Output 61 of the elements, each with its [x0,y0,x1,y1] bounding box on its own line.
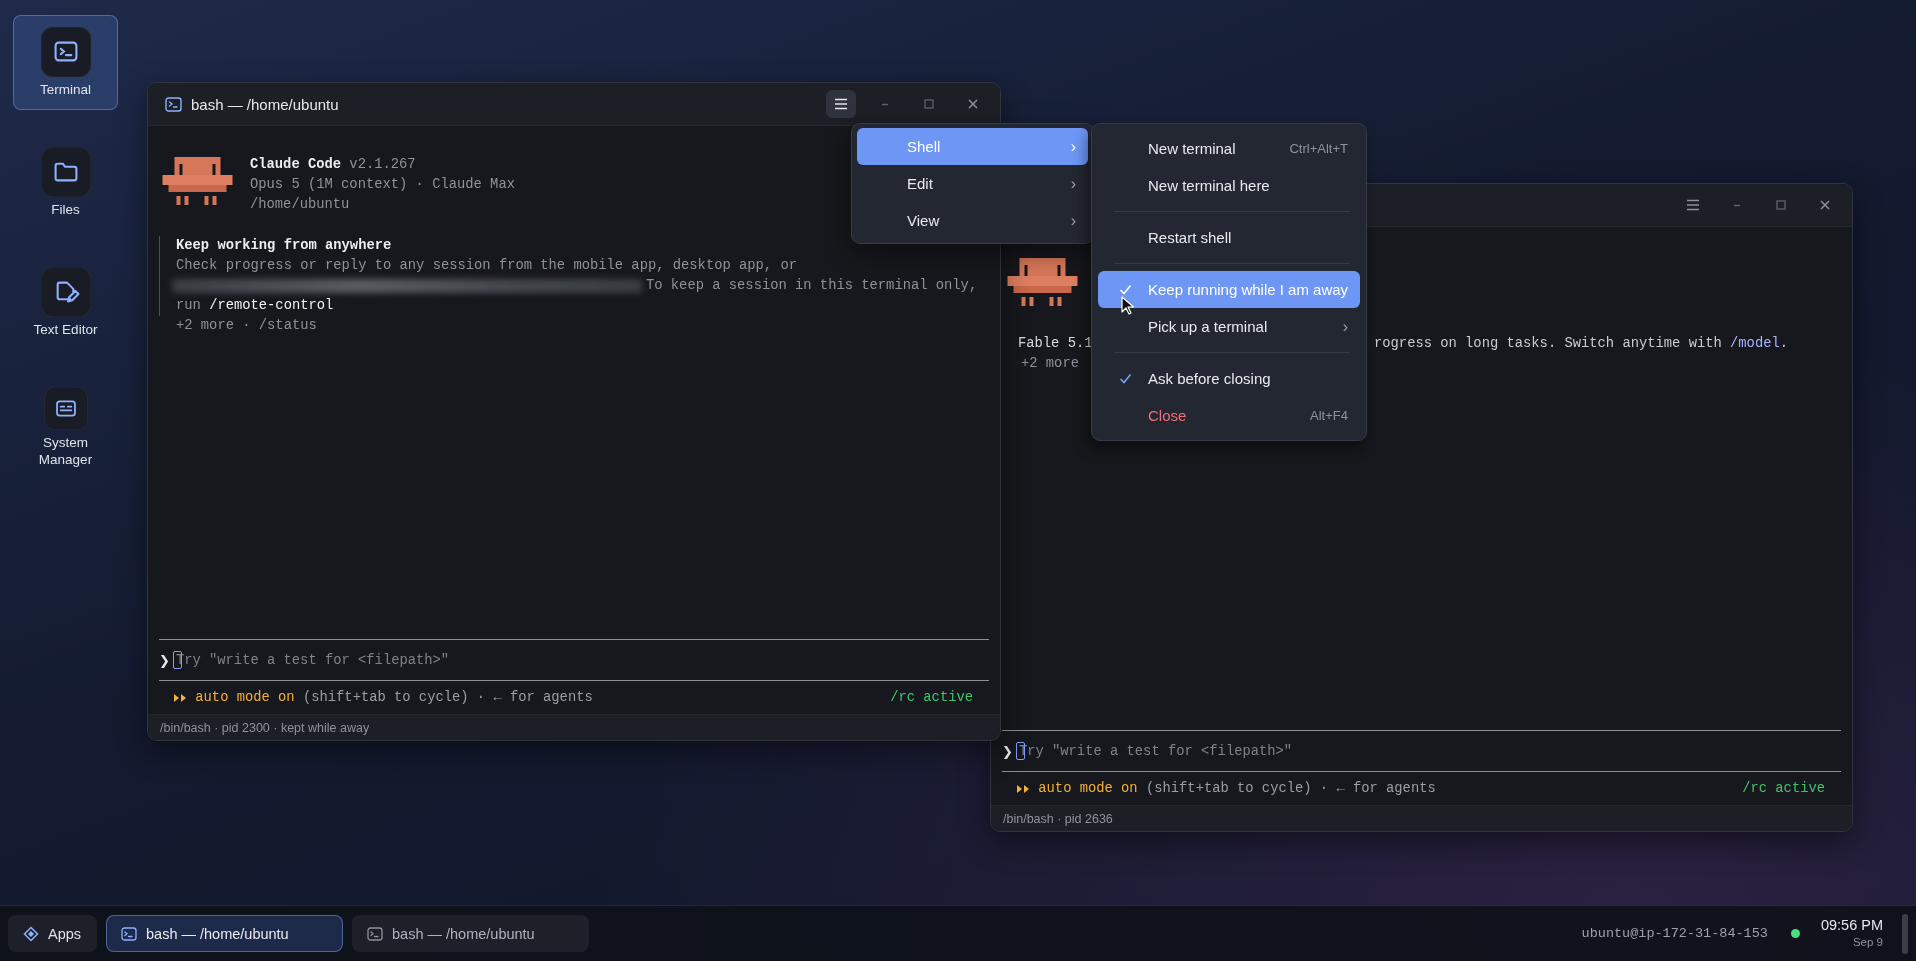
menu-icon [834,97,848,111]
terminal-icon [165,96,182,112]
double-arrow-icon [173,692,187,703]
document-pencil-icon [40,267,91,317]
menu-item[interactable]: New terminal Ctrl+Alt+T [1098,130,1360,167]
terminal-icon [121,925,137,942]
notice-text: run /remote-control [159,296,334,316]
prompt-symbol: ❯ [1002,743,1013,759]
status-dot [1790,929,1800,938]
folder-icon [40,147,91,197]
menu-icon [1686,198,1700,212]
remote-status: /rc active [1742,781,1825,796]
apps-button[interactable]: Apps [8,915,97,952]
menu-item[interactable]: View › [857,202,1088,239]
prompt-symbol: ❯ [159,652,170,668]
pixel-mascot-icon [1007,258,1078,306]
menu-item[interactable]: Pick up a terminal › [1098,308,1360,345]
window-title: bash — /home/ubuntu [191,95,339,113]
notice-title: Keep working from anywhere [159,236,392,256]
window-status-bar: /bin/bash · pid 2300 · kept while away [148,714,1000,740]
menu-item[interactable]: Edit › [857,165,1088,202]
status-hint: +2 more · /status [175,317,317,335]
model-text: Fable 5.1 [1018,335,1094,353]
mode-label: auto mode on [1038,781,1138,796]
mode-label: auto mode on [195,690,295,705]
pixel-mascot-icon [162,157,233,205]
menu-item[interactable]: Close Alt+F4 [1098,397,1360,434]
terminal-icon [367,925,383,942]
double-arrow-icon [1016,783,1030,794]
close-icon [1818,198,1832,212]
mode-hint: (shift+tab to cycle) · ← for agents [1145,781,1436,796]
menu-item[interactable]: New terminal here [1098,167,1360,204]
mouse-pointer-icon [1121,296,1135,316]
maximize-icon [922,97,936,111]
user-host: ubuntu@ip-172-31-84-153 [1581,926,1768,941]
app-name: Claude Code v2.1.267 [250,156,417,174]
terminal-icon [40,27,91,77]
taskbar-item[interactable]: bash — /home/ubuntu [352,915,589,952]
show-desktop-handle[interactable] [1902,913,1908,954]
menu-item[interactable]: Restart shell [1098,219,1360,256]
close-icon [966,97,980,111]
diamond-icon [23,925,39,942]
menu-item[interactable]: Ask before closing [1098,360,1360,397]
clock-date: Sep 9 [1852,934,1883,950]
maximize-icon [1774,198,1788,212]
hamburger-button[interactable] [826,90,856,118]
desktop-shortcut[interactable]: Text Editor [13,255,118,350]
session-info: /home/ubuntu [250,196,351,214]
desktop-shortcut[interactable]: Terminal [13,15,118,110]
taskbar-item[interactable]: bash — /home/ubuntu [106,915,343,952]
remote-status: /rc active [890,690,973,705]
desktop-shortcut[interactable]: System Manager [13,375,118,470]
model-tip-text: rogress on long tasks. Switch anytime with /model. [1374,335,1788,353]
notice-text: To keep a session in this terminal only, [646,277,978,295]
clock-time: 09:56 PM [1820,916,1883,934]
desktop-shortcut[interactable]: Files [13,135,118,230]
notice-text: Check progress or reply to any session from the mobile app, desktop app, or [159,256,797,276]
window-status-bar: /bin/bash · pid 2636 [991,805,1852,831]
status-hint: +2 more [1020,355,1079,373]
mode-hint: (shift+tab to cycle) · ← for agents [302,690,593,705]
session-info: Opus 5 (1M context) · Claude Max [250,176,515,194]
